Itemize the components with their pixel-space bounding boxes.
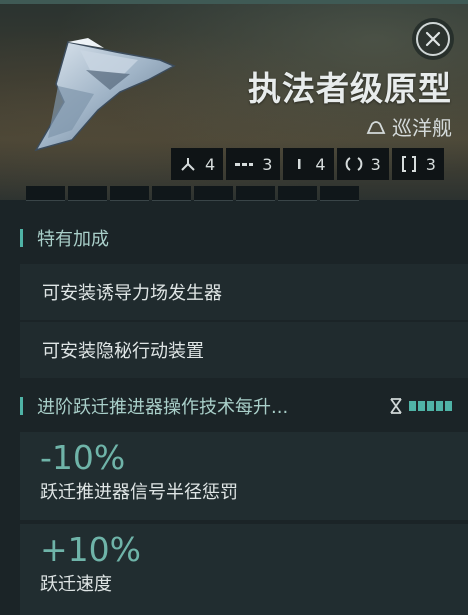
- ship-class-label: 巡洋舰: [392, 116, 452, 140]
- module-strip: [26, 186, 359, 201]
- bonus-value: +10%: [40, 530, 141, 569]
- skill-level-icon: [390, 398, 402, 414]
- skill-bonus-header[interactable]: 进阶跃迁推进器操作技术每升...: [0, 386, 468, 426]
- mid-slot: 4: [283, 148, 334, 180]
- special-bonus-text: 可安装隐秘行动装置: [42, 341, 204, 362]
- ship-render: [34, 38, 176, 152]
- bonus-description: 跃迁速度: [40, 574, 112, 595]
- turret-hardpoint-slot: 4: [171, 148, 224, 180]
- section-accent-bar: [20, 229, 23, 247]
- skill-bonus-heading: 进阶跃迁推进器操作技术每升...: [37, 397, 289, 418]
- special-bonus-header: 特有加成: [0, 218, 468, 258]
- top-accent-bar: [0, 0, 468, 4]
- fitting-slots: 4 3 4 3 3: [171, 148, 444, 180]
- bonus-value: -10%: [40, 438, 126, 477]
- rig-slot-count: 3: [425, 154, 436, 174]
- skill-level-indicator: [389, 397, 452, 415]
- special-bonus-item: 可安装隐秘行动装置: [20, 322, 468, 378]
- rig-slot-icon: [401, 156, 416, 172]
- high-slot-count: 3: [262, 154, 273, 174]
- ship-banner: 执法者级原型 巡洋舰 4 3 4 3 3: [0, 0, 468, 201]
- low-slot: 3: [336, 148, 389, 180]
- high-slot-icon: [235, 163, 254, 166]
- ship-name: 执法者级原型: [248, 69, 452, 108]
- close-icon: [425, 31, 441, 47]
- bonus-description: 跃迁推进器信号半径惩罚: [40, 482, 238, 503]
- special-bonus-heading: 特有加成: [37, 229, 109, 250]
- turret-hardpoint-icon: [181, 158, 195, 171]
- low-slot-count: 3: [370, 154, 381, 174]
- special-bonus-text: 可安装诱导力场发生器: [42, 283, 222, 304]
- close-button[interactable]: [416, 22, 450, 56]
- section-accent-bar: [20, 397, 23, 415]
- mid-slot-icon: [298, 159, 301, 169]
- special-bonus-item: 可安装诱导力场发生器: [20, 264, 468, 320]
- skill-bonus-item: -10% 跃迁推进器信号半径惩罚: [20, 432, 468, 520]
- high-slot: 3: [226, 148, 281, 180]
- skill-level-pips: [409, 401, 452, 411]
- cruiser-icon: [366, 120, 386, 134]
- turret-hardpoint-count: 4: [205, 154, 216, 174]
- skill-bonus-item: +10% 跃迁速度: [20, 524, 468, 615]
- mid-slot-count: 4: [315, 154, 326, 174]
- rig-slot: 3: [391, 148, 444, 180]
- ship-class: 巡洋舰: [366, 112, 452, 141]
- low-slot-icon: [345, 157, 362, 171]
